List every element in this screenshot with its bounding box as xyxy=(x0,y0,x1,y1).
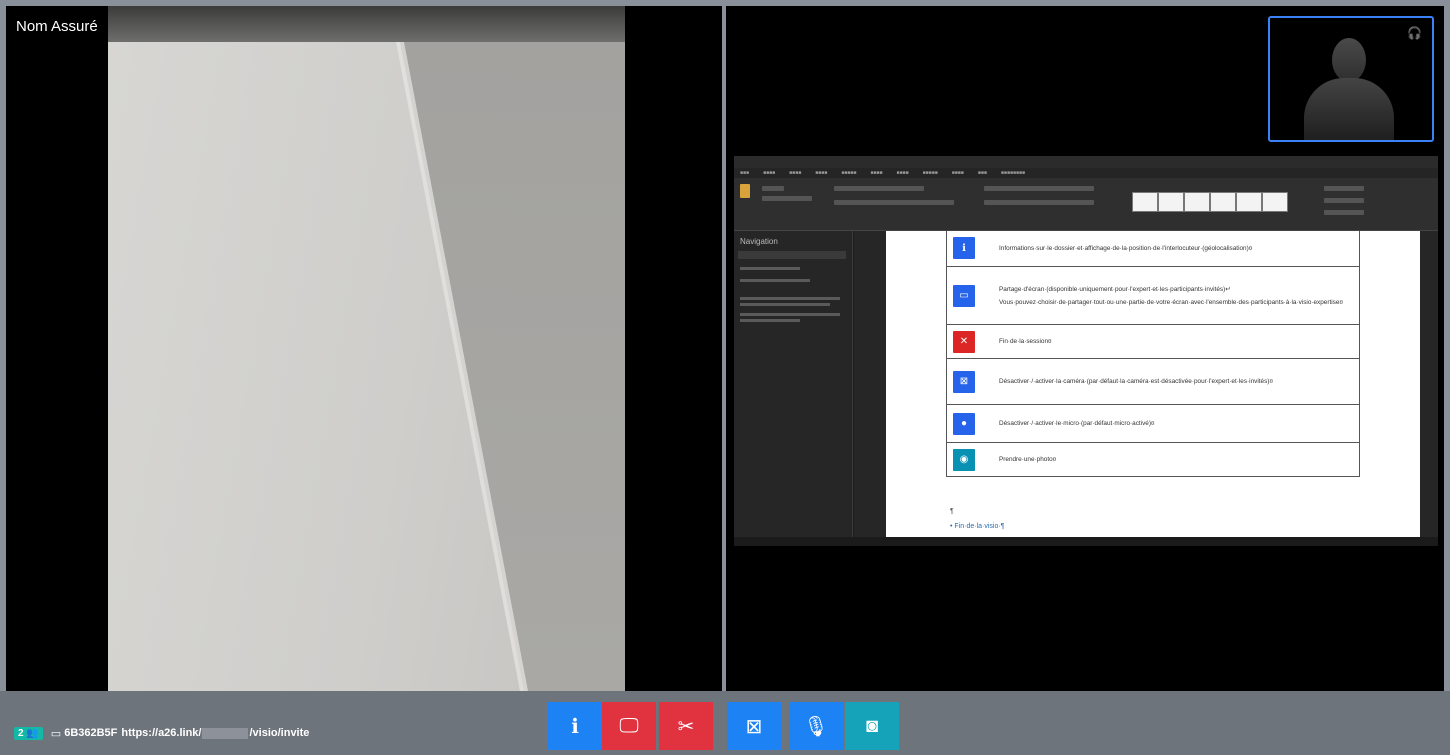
info-button[interactable]: ℹ xyxy=(548,702,602,750)
screen-share-icon: 🖵 xyxy=(619,714,639,737)
microphone-icon: 🎙 xyxy=(803,715,829,738)
word-ribbon xyxy=(734,178,1438,231)
camera-feed xyxy=(108,6,625,691)
table-row-text: Partage·d'écran·(disponible·uniquement·p… xyxy=(999,285,1343,306)
photo-camera-icon: ◉ xyxy=(953,448,975,471)
table-row-text: Désactiver·/·activer·le·micro·(par·défau… xyxy=(999,420,1155,427)
participant-count-badge[interactable]: 2 👥 xyxy=(14,726,43,740)
hang-up-button[interactable]: ✂ xyxy=(659,702,713,750)
camera-toggle-button[interactable]: ⊠ xyxy=(727,702,781,750)
word-statusbar xyxy=(734,537,1438,546)
camera-off-icon: ⊠ xyxy=(953,370,975,393)
self-view-thumbnail[interactable]: 🎧 xyxy=(1268,16,1434,142)
video-session-icon: ▭ xyxy=(50,727,62,740)
table-row-text: Informations·sur·le·dossier·et·affichage… xyxy=(999,244,1253,252)
doc-paragraph-mark: ¶ xyxy=(950,508,954,515)
screen-share-icon: ▭ xyxy=(953,284,975,307)
table-row-text: Désactiver·/·activer·la·caméra·(par·défa… xyxy=(999,378,1273,385)
table-row: ● Désactiver·/·activer·le·micro·(par·défa… xyxy=(946,405,1360,443)
doc-heading-fin-visio: • Fin·de·la·visio·¶ xyxy=(950,523,1005,530)
table-row: ℹ Informations·sur·le·dossier·et·affichag… xyxy=(946,231,1360,267)
word-ribbon-tabs: ■■■ ■■■■ ■■■■ ■■■■ ■■■■■ ■■■■ ■■■■ ■■■■■ ■■■■ ■■■… xyxy=(734,168,1438,178)
word-titlebar xyxy=(734,156,1438,168)
video-stage: Nom Assuré 🎧 ■■■ ■■■■ ■■■■ ■■■■ ■■■■■ ■■■■ ■■■… xyxy=(0,0,1450,691)
microphone-toggle-button[interactable]: 🎙 xyxy=(789,702,843,750)
info-icon: ℹ xyxy=(571,715,579,738)
table-row: ▭ Partage·d'écran·(disponible·uniquement·… xyxy=(946,267,1360,325)
feature-table: ℹ Informations·sur·le·dossier·et·affichag… xyxy=(946,231,1360,477)
participant-name-label: Nom Assuré xyxy=(16,18,98,35)
word-document-page: ℹ Informations·sur·le·dossier·et·affichag… xyxy=(886,231,1420,539)
session-code: 6B362B5F xyxy=(64,727,118,739)
avatar-placeholder-icon xyxy=(1332,38,1366,82)
info-icon: ℹ xyxy=(953,237,975,259)
session-info: 2 👥 ▭ 6B362B5F https://a26.link/ /visio/… xyxy=(14,726,309,740)
camera-off-icon: ⊠ xyxy=(745,715,763,738)
table-row-text: Prendre·une·photo¤ xyxy=(999,456,1057,463)
invite-link-prefix[interactable]: https://a26.link/ xyxy=(121,727,201,739)
table-row-text: Fin·de·la·session¤ xyxy=(999,338,1052,345)
redacted-link-segment xyxy=(202,727,249,739)
invite-link-suffix[interactable]: /visio/invite xyxy=(249,727,309,739)
participant-video-left: Nom Assuré xyxy=(6,6,722,691)
take-photo-button[interactable]: ◙ xyxy=(845,702,899,750)
table-row: ⊠ Désactiver·/·activer·la·caméra·(par·déf… xyxy=(946,359,1360,405)
screen-share-pane: 🎧 ■■■ ■■■■ ■■■■ ■■■■ ■■■■■ ■■■■ ■■■■ ■■■■■ ■■■■ ■… xyxy=(726,6,1444,691)
microphone-icon: ● xyxy=(953,412,975,435)
hang-up-icon: ✂ xyxy=(677,715,695,738)
word-navigation-pane: Navigation xyxy=(734,231,853,537)
headset-icon: 🎧 xyxy=(1407,26,1422,40)
photo-camera-icon: ◙ xyxy=(865,714,879,737)
table-row: ◉ Prendre·une·photo¤ xyxy=(946,443,1360,477)
shared-screen-content: ■■■ ■■■■ ■■■■ ■■■■ ■■■■■ ■■■■ ■■■■ ■■■■■ ■■■■ ■■■… xyxy=(734,156,1438,546)
call-toolbar: 2 👥 ▭ 6B362B5F https://a26.link/ /visio/… xyxy=(0,691,1450,755)
table-row: ✕ Fin·de·la·session¤ xyxy=(946,325,1360,359)
share-screen-button[interactable]: 🖵 xyxy=(602,702,656,750)
hang-up-icon: ✕ xyxy=(953,330,975,353)
